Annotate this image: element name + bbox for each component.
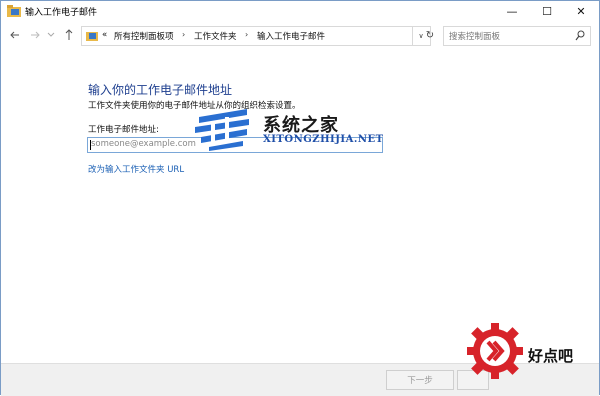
window-title: 输入工作电子邮件 — [25, 8, 98, 18]
breadcrumb-work-folders[interactable]: 工作文件夹 — [194, 30, 237, 42]
breadcrumb-current[interactable]: 输入工作电子邮件 — [257, 30, 325, 42]
maximize-button[interactable]: ☐ — [530, 1, 564, 21]
close-button[interactable]: ✕ — [564, 1, 598, 21]
recent-dropdown-icon[interactable] — [47, 32, 55, 38]
search-input[interactable]: 搜索控制面板 — [449, 30, 500, 42]
minimize-button[interactable]: — — [495, 1, 529, 21]
email-field-label: 工作电子邮件地址: — [88, 125, 159, 135]
haodianba-logo-icon — [467, 323, 523, 379]
enter-url-link[interactable]: 改为输入工作文件夹 URL — [88, 163, 184, 175]
watermark-url: XITONGZHIJIA.NET — [263, 134, 384, 145]
breadcrumb-separator[interactable]: › — [245, 30, 248, 39]
address-toolbar: « 所有控制面板项 › 工作文件夹 › 输入工作电子邮件 ∨ ↻ 搜索控制面板 — [1, 26, 599, 46]
up-arrow-icon[interactable] — [64, 29, 74, 41]
page-heading: 输入你的工作电子邮件地址 — [88, 83, 233, 97]
address-prefix[interactable]: « — [102, 30, 107, 40]
search-box[interactable]: 搜索控制面板 — [443, 26, 591, 46]
folder-icon — [7, 5, 21, 17]
breadcrumb-all-items[interactable]: 所有控制面板项 — [114, 30, 174, 42]
title-bar[interactable]: 输入工作电子邮件 — ☐ ✕ — [1, 1, 599, 23]
refresh-icon[interactable]: ↻ — [419, 26, 441, 44]
back-arrow-icon[interactable] — [10, 30, 20, 40]
address-bar[interactable]: « 所有控制面板项 › 工作文件夹 › 输入工作电子邮件 — [81, 26, 413, 46]
next-button[interactable]: 下一步 — [386, 370, 454, 390]
search-icon[interactable] — [575, 30, 585, 41]
control-panel-icon — [86, 32, 98, 41]
email-field-placeholder[interactable]: someone@example.com — [91, 139, 196, 149]
forward-arrow-icon[interactable] — [30, 30, 40, 40]
breadcrumb-separator[interactable]: › — [182, 30, 185, 39]
haodianba-logo-text: 好点吧 — [528, 347, 574, 365]
